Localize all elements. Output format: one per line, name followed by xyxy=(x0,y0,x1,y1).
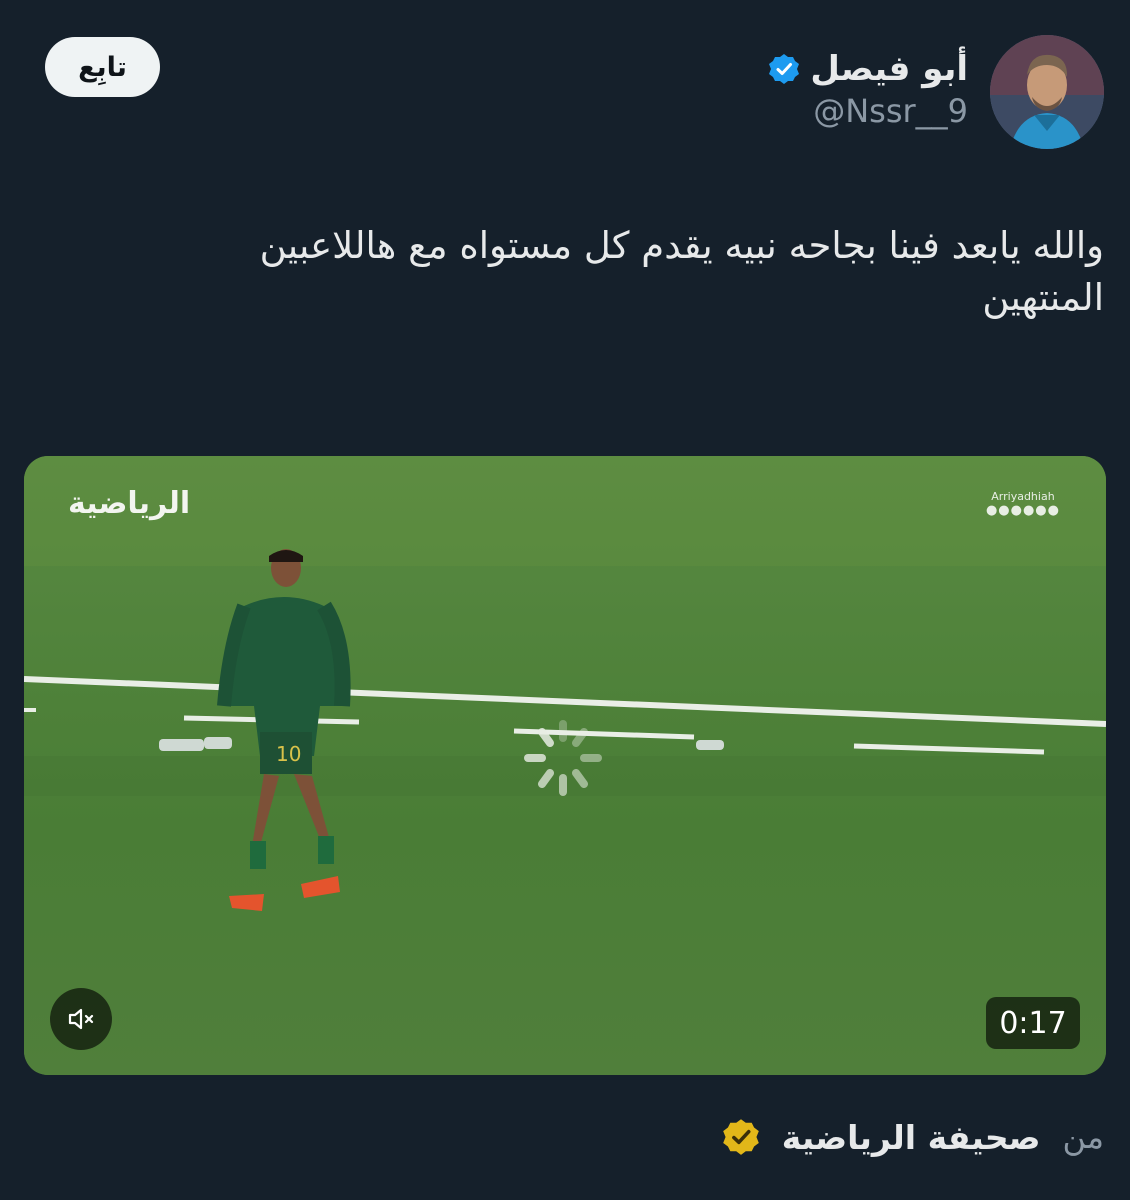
svg-text:10: 10 xyxy=(276,742,301,766)
source-attribution[interactable]: من صحيفة الرياضية xyxy=(722,1112,1104,1162)
video-watermark: الرياضية xyxy=(68,486,191,521)
gold-verified-badge-icon xyxy=(722,1118,760,1156)
loading-spinner-icon xyxy=(524,720,602,796)
from-label: من xyxy=(1062,1118,1105,1156)
follow-button[interactable]: تابِع xyxy=(45,37,160,97)
avatar[interactable] xyxy=(990,35,1104,149)
verified-badge-icon xyxy=(768,53,800,85)
channel-tag: Arriyadhiah ●●●●●● xyxy=(986,490,1060,518)
mute-toggle-button[interactable] xyxy=(50,988,112,1050)
video-duration: 0:17 xyxy=(986,997,1080,1049)
social-icons: ●●●●●● xyxy=(985,503,1060,518)
author-name-row[interactable]: أبو فيصل xyxy=(768,44,968,94)
video-player[interactable]: 10 الرياضية Arriyadhiah ●●●●●● 0:17 xyxy=(24,456,1106,1075)
display-name[interactable]: أبو فيصل xyxy=(810,49,968,89)
tweet-text: والله يابعد فينا بجاحه نبيه يقدم كل مستو… xyxy=(259,224,1104,319)
channel-name: Arriyadhiah xyxy=(991,490,1055,503)
author-handle[interactable]: @Nssr__9 xyxy=(813,92,968,130)
source-name[interactable]: صحيفة الرياضية xyxy=(782,1118,1041,1157)
speaker-muted-icon xyxy=(68,1008,94,1030)
